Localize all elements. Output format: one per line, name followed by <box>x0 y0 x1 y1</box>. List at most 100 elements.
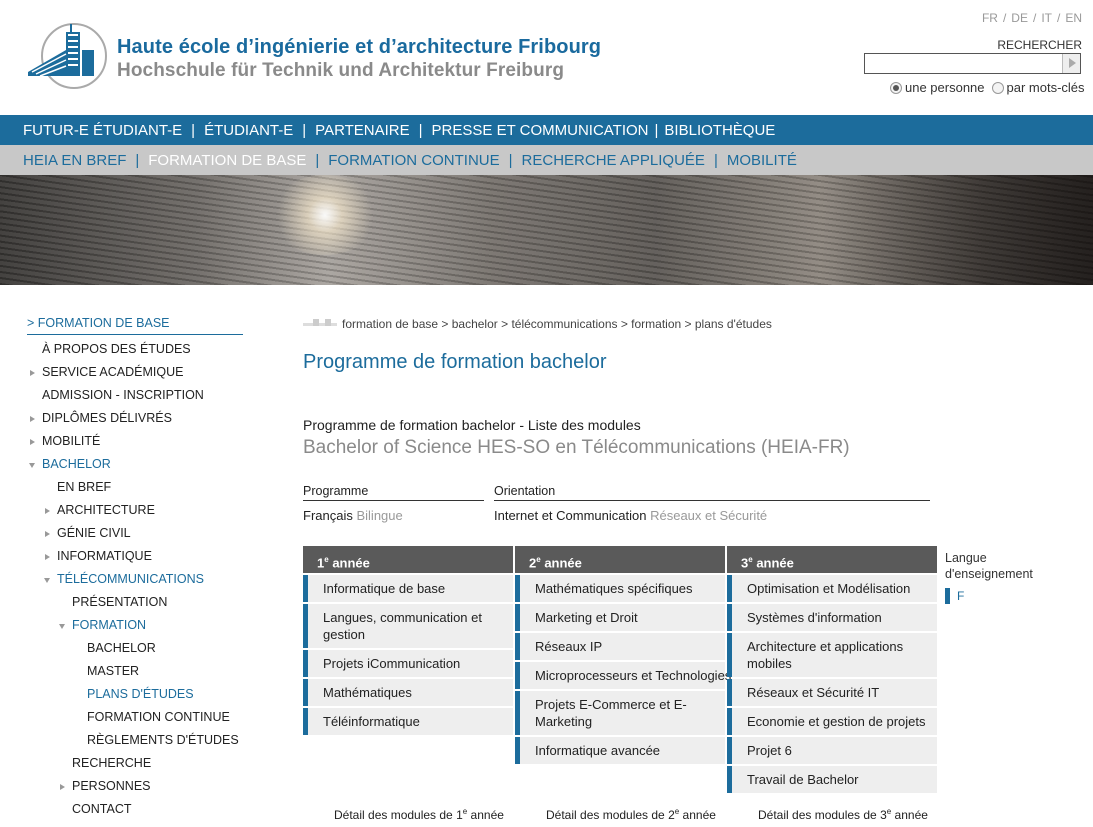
search-input[interactable] <box>864 53 1081 74</box>
radio-keywords-label[interactable]: par mots-clés <box>1007 80 1085 95</box>
year-1-column: 1e année Informatique de base Langues, c… <box>303 546 513 735</box>
nav-etudiant[interactable]: ÉTUDIANT-E <box>204 122 293 139</box>
lang-separator: / <box>1002 11 1007 25</box>
module-item[interactable]: Microprocesseurs et Technologies <box>515 662 731 689</box>
collapse-arrow-icon <box>59 624 65 629</box>
radio-person-label[interactable]: une personne <box>905 80 985 95</box>
sidebar-item-a-propos[interactable]: À PROPOS DES ÉTUDES <box>27 338 243 361</box>
detail-year-2-link[interactable]: Détail des modules de 2e année <box>546 807 716 822</box>
nav-mobilite[interactable]: MOBILITÉ <box>727 152 797 169</box>
sidebar-item-label: FORMATION <box>72 618 147 632</box>
module-item[interactable]: Projets E-Commerce et E-Marketing <box>515 691 725 735</box>
sidebar-item-formation-continue[interactable]: FORMATION CONTINUE <box>27 706 243 729</box>
sidebar-item-service-academique[interactable]: SERVICE ACADÉMIQUE <box>27 361 243 384</box>
sidebar-item-genie-civil[interactable]: GÉNIE CIVIL <box>27 522 243 545</box>
header-banner-image <box>0 175 1093 285</box>
sidebar-item-admission[interactable]: ADMISSION - INSCRIPTION <box>27 384 243 407</box>
banner-sun-flare <box>270 175 380 255</box>
nav-formation-de-base[interactable]: FORMATION DE BASE <box>148 152 306 169</box>
sidebar-item-personnes[interactable]: PERSONNES <box>27 775 243 798</box>
language-switcher: FR / DE / IT / EN <box>982 11 1082 25</box>
module-item[interactable]: Systèmes d'information <box>727 604 937 631</box>
orientation-alternative[interactable]: Réseaux et Sécurité <box>650 508 767 523</box>
nav-partenaire[interactable]: PARTENAIRE <box>315 122 409 139</box>
sidebar-item-formation[interactable]: FORMATION <box>27 614 243 637</box>
nav-formation-continue[interactable]: FORMATION CONTINUE <box>328 152 499 169</box>
breadcrumb-text[interactable]: formation de base > bachelor > télécommu… <box>342 317 772 331</box>
module-item[interactable]: Téléinformatique <box>303 708 513 735</box>
expand-arrow-icon <box>45 508 50 514</box>
orientation-selected[interactable]: Internet et Communication <box>494 508 646 523</box>
degree-title: Bachelor of Science HES-SO en Télécommun… <box>303 437 850 458</box>
primary-nav: FUTUR-E ÉTUDIANT-E | ÉTUDIANT-E | PARTEN… <box>0 115 1093 145</box>
module-item[interactable]: Informatique de base <box>303 575 513 602</box>
sidebar-item-contact[interactable]: CONTACT <box>27 798 243 821</box>
nav-heia-en-bref[interactable]: HEIA EN BREF <box>23 152 126 169</box>
nav-separator: | <box>508 151 513 169</box>
nav-separator: | <box>135 151 140 169</box>
school-name-fr[interactable]: Haute école d’ingénierie et d’architectu… <box>117 36 601 59</box>
module-item[interactable]: Langues, communication et gestion <box>303 604 513 648</box>
search-label: RECHERCHER <box>997 38 1082 52</box>
sidebar-item-plans-etudes[interactable]: PLANS D'ÉTUDES <box>27 683 243 706</box>
sidebar-item-presentation[interactable]: PRÉSENTATION <box>27 591 243 614</box>
breadcrumb: formation de base > bachelor > télécommu… <box>303 317 772 331</box>
collapse-arrow-icon <box>29 463 35 468</box>
school-logo-icon[interactable] <box>26 20 108 90</box>
module-item[interactable]: Réseaux et Sécurité IT <box>727 679 937 706</box>
school-name-de[interactable]: Hochschule für Technik und Architektur F… <box>117 60 564 82</box>
lang-it[interactable]: IT <box>1041 11 1052 25</box>
sidebar-item-label: ARCHITECTURE <box>57 503 155 517</box>
module-item[interactable]: Architecture et applications mobiles <box>727 633 937 677</box>
lang-separator: / <box>1056 11 1061 25</box>
sidebar-item-label: EN BREF <box>57 480 112 494</box>
secondary-nav: HEIA EN BREF | FORMATION DE BASE | FORMA… <box>0 145 1093 175</box>
module-item[interactable]: Travail de Bachelor <box>727 766 937 793</box>
expand-arrow-icon <box>30 370 35 376</box>
module-item[interactable]: Optimisation et Modélisation <box>727 575 937 602</box>
banner-shadow <box>833 175 1093 285</box>
module-item[interactable]: Projets iCommunication <box>303 650 513 677</box>
nav-recherche-appliquee[interactable]: RECHERCHE APPLIQUÉE <box>522 152 705 169</box>
lang-de[interactable]: DE <box>1011 11 1028 25</box>
expand-arrow-icon <box>45 554 50 560</box>
radio-keywords[interactable] <box>991 81 1004 94</box>
expand-arrow-icon <box>45 531 50 537</box>
programme-selected[interactable]: Français <box>303 508 353 523</box>
sidebar-item-bachelor[interactable]: BACHELOR <box>27 453 243 476</box>
sidebar-item-telecommunications[interactable]: TÉLÉCOMMUNICATIONS <box>27 568 243 591</box>
lang-en[interactable]: EN <box>1065 11 1082 25</box>
module-item[interactable]: Marketing et Droit <box>515 604 725 631</box>
sidebar-item-en-bref[interactable]: EN BREF <box>27 476 243 499</box>
search-submit-arrow-icon[interactable] <box>1062 54 1080 73</box>
sidebar-item-architecture[interactable]: ARCHITECTURE <box>27 499 243 522</box>
nav-separator: | <box>713 151 718 169</box>
nav-futur-etudiant[interactable]: FUTUR-E ÉTUDIANT-E <box>23 122 182 139</box>
sidebar-item-reglements[interactable]: RÈGLEMENTS D'ÉTUDES <box>27 729 243 752</box>
module-item[interactable]: Mathématiques spécifiques <box>515 575 725 602</box>
module-item[interactable]: Informatique avancée <box>515 737 725 764</box>
programme-alternative[interactable]: Bilingue <box>356 508 402 523</box>
sidebar-item-formation-bachelor[interactable]: BACHELOR <box>27 637 243 660</box>
year-2-column: 2e année Mathématiques spécifiques Marke… <box>515 546 731 764</box>
sidebar-item-diplomes[interactable]: DIPLÔMES DÉLIVRÉS <box>27 407 243 430</box>
sidebar-item-recherche[interactable]: RECHERCHE <box>27 752 243 775</box>
lang-fr[interactable]: FR <box>982 11 998 25</box>
detail-year-1-link[interactable]: Détail des modules de 1e année <box>334 807 504 822</box>
sidebar-item-label: PERSONNES <box>72 779 151 793</box>
radio-person[interactable] <box>890 81 902 94</box>
nav-bibliotheque[interactable]: BIBLIOTHÈQUE <box>664 122 775 139</box>
home-icon[interactable] <box>303 319 337 329</box>
sidebar-item-informatique[interactable]: INFORMATIQUE <box>27 545 243 568</box>
module-item[interactable]: Projet 6 <box>727 737 937 764</box>
sidebar-heading[interactable]: > FORMATION DE BASE <box>27 314 243 335</box>
sidebar-item-label: GÉNIE CIVIL <box>57 526 131 540</box>
sidebar-item-mobilite[interactable]: MOBILITÉ <box>27 430 243 453</box>
module-item[interactable]: Economie et gestion de projets <box>727 708 937 735</box>
module-item[interactable]: Réseaux IP <box>515 633 725 660</box>
sidebar-item-master[interactable]: MASTER <box>27 660 243 683</box>
detail-year-3-link[interactable]: Détail des modules de 3e année <box>758 807 928 822</box>
header: Haute école d’ingénierie et d’architectu… <box>0 0 1093 115</box>
module-item[interactable]: Mathématiques <box>303 679 513 706</box>
nav-presse[interactable]: PRESSE ET COMMUNICATION <box>432 122 649 139</box>
